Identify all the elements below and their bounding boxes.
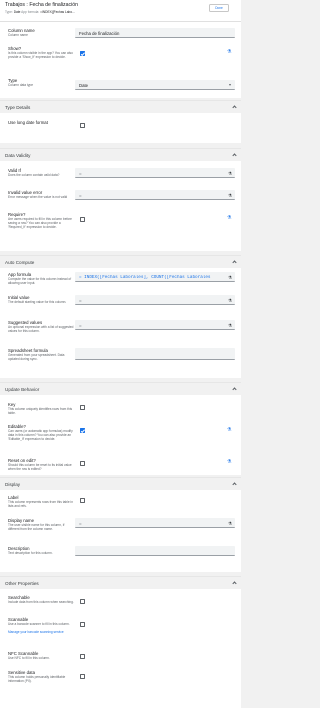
- searchable-desc: Include data from this column when searc…: [8, 600, 74, 604]
- sensitive-data-checkbox[interactable]: [80, 674, 85, 679]
- initial-value-desc: The default starting value for this colu…: [8, 300, 67, 304]
- app-formula-value: = INDEX([Fechas Laborales], COUNT([Fecha…: [79, 274, 211, 280]
- chevron-up-icon: [232, 387, 237, 392]
- long-date-checkbox[interactable]: [80, 123, 85, 128]
- update-behavior-title: Update Behavior: [5, 387, 40, 392]
- formula-summary-value: =INDEX([Fechas Labo...: [40, 10, 75, 14]
- app-formula-field[interactable]: = INDEX([Fechas Laborales], COUNT([Fecha…: [75, 272, 235, 282]
- data-validity-title: Data Validity: [5, 153, 31, 158]
- display-name-field[interactable]: = ⚗: [75, 518, 235, 528]
- valid-if-desc: Does the column contain valid data?: [8, 173, 60, 177]
- display-name-desc: The user-visible name for this column, i…: [8, 523, 65, 531]
- type-details-header[interactable]: Type Details: [0, 100, 241, 113]
- header-summary: Type: Date App formula: =INDEX([Fechas L…: [5, 10, 75, 14]
- flask-icon[interactable]: ⚗: [228, 521, 232, 526]
- other-properties-title: Other Properties: [5, 581, 39, 586]
- nfc-scannable-desc: Use NFC to fill in this column.: [8, 656, 50, 660]
- column-name-value: Fecha de finalización: [79, 30, 120, 36]
- key-checkbox[interactable]: [80, 405, 85, 410]
- initial-value-value: =: [79, 297, 82, 303]
- chevron-up-icon: [232, 153, 237, 158]
- editable-checkbox[interactable]: [80, 428, 85, 433]
- nfc-scannable-checkbox[interactable]: [80, 654, 85, 659]
- barcode-service-link[interactable]: Manage your barcode scanning service: [8, 630, 74, 634]
- valid-if-field[interactable]: = ⚗: [75, 168, 235, 178]
- description-desc: Text description for this column.: [8, 551, 53, 555]
- chevron-up-icon: [232, 581, 237, 586]
- flask-icon[interactable]: ⚗: [228, 323, 232, 328]
- type-value: Date: [79, 82, 89, 88]
- column-name-desc: Column name: [8, 33, 28, 37]
- invalid-error-field[interactable]: = ⚗: [75, 190, 235, 200]
- reset-on-edit-desc: Should this column be reset to its initi…: [8, 463, 72, 471]
- type-desc: Column data type: [8, 83, 33, 87]
- other-properties-header[interactable]: Other Properties: [0, 576, 241, 589]
- show-flask-icon[interactable]: ⚗: [227, 50, 231, 55]
- require-checkbox[interactable]: [80, 217, 85, 222]
- suggested-values-value: =: [79, 322, 82, 328]
- editable-flask-icon[interactable]: ⚗: [227, 428, 231, 433]
- done-button[interactable]: Done: [209, 4, 229, 12]
- key-desc: This column uniquely identifies rows fro…: [8, 407, 73, 415]
- page-title: Trabajos : Fecha de finalización: [5, 2, 79, 8]
- show-checkbox[interactable]: [80, 51, 85, 56]
- reset-on-edit-checkbox[interactable]: [80, 461, 85, 466]
- invalid-error-desc: Error message when the value is not vali…: [8, 195, 68, 199]
- chevron-up-icon: [232, 260, 237, 265]
- chevron-up-icon: [232, 482, 237, 487]
- show-desc: Is this column visible in the app? You c…: [8, 51, 73, 59]
- scannable-checkbox[interactable]: [80, 622, 85, 627]
- auto-compute-title: Auto Compute: [5, 260, 35, 265]
- require-desc: Are users required to fill in this colum…: [8, 217, 72, 229]
- spreadsheet-formula-desc: Generated from your spreadsheet. Data up…: [8, 353, 65, 361]
- type-summary-label: Type:: [5, 10, 13, 14]
- sensitive-data-desc: This column holds personally identifiabl…: [8, 675, 66, 683]
- app-formula-desc: Compute the value for this column instea…: [8, 277, 72, 285]
- chevron-down-icon: [229, 83, 231, 86]
- suggested-values-desc: An optional expression with a list of su…: [8, 325, 74, 333]
- update-behavior-header[interactable]: Update Behavior: [0, 382, 241, 395]
- label-checkbox[interactable]: [80, 498, 85, 503]
- searchable-checkbox[interactable]: [80, 599, 85, 604]
- description-field[interactable]: [75, 546, 235, 556]
- scannable-desc: Use a barcode scanner to fill in this co…: [8, 622, 70, 626]
- spreadsheet-formula-field: [75, 348, 235, 360]
- require-flask-icon[interactable]: ⚗: [227, 216, 231, 221]
- suggested-values-field[interactable]: = ⚗: [75, 320, 235, 330]
- valid-if-value: =: [79, 170, 82, 176]
- flask-icon[interactable]: ⚗: [228, 298, 232, 303]
- column-name-field[interactable]: Fecha de finalización: [75, 28, 235, 38]
- chevron-up-icon: [232, 105, 237, 110]
- data-validity-header[interactable]: Data Validity: [0, 148, 241, 161]
- auto-compute-header[interactable]: Auto Compute: [0, 255, 241, 268]
- display-header[interactable]: Display: [0, 477, 241, 490]
- reset-flask-icon[interactable]: ⚗: [227, 460, 231, 465]
- long-date-label: Use long date format: [8, 120, 48, 125]
- editable-desc: Can users (or automatic app formulas) mo…: [8, 429, 73, 441]
- flask-icon[interactable]: ⚗: [228, 275, 232, 280]
- other-properties-panel: [0, 589, 241, 708]
- editor-header: Trabajos : Fecha de finalización Type: D…: [0, 0, 241, 22]
- type-details-panel: [0, 113, 241, 143]
- type-summary-value: Date: [13, 10, 21, 14]
- initial-value-field[interactable]: = ⚗: [75, 295, 235, 305]
- display-title: Display: [5, 482, 21, 487]
- flask-icon[interactable]: ⚗: [228, 171, 232, 176]
- type-select[interactable]: Date: [75, 80, 235, 90]
- formula-summary-label: App formula:: [21, 10, 40, 14]
- flask-icon[interactable]: ⚗: [228, 193, 232, 198]
- invalid-error-value: =: [79, 192, 82, 198]
- label-desc: This column represents rows from this ta…: [8, 500, 74, 508]
- display-name-value: =: [79, 520, 82, 526]
- type-details-title: Type Details: [5, 105, 31, 110]
